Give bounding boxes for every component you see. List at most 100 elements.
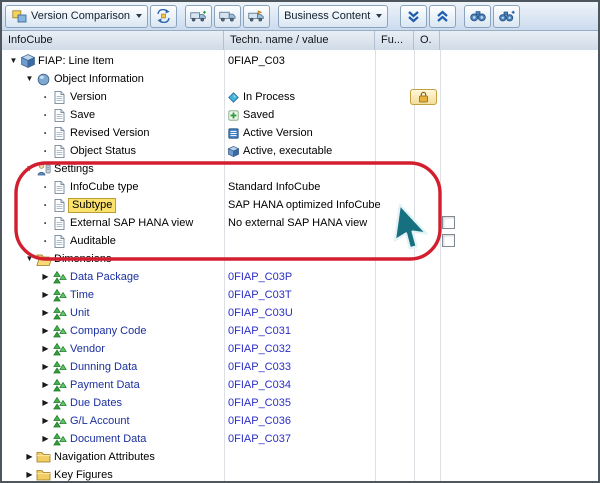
dimension-icon: [51, 307, 68, 320]
row-object-information[interactable]: ▼ Object Information: [2, 70, 598, 88]
row-value: 0FIAP_C03T: [228, 286, 292, 304]
tree-panel: ▼FIAP: Line Item0FIAP_C03▼Object Informa…: [2, 50, 598, 481]
row-settings[interactable]: ▼ Settings: [2, 160, 598, 178]
row-label: Settings: [52, 160, 96, 178]
row-value-text: 0FIAP_C032: [228, 340, 291, 358]
row-dim-gl-account[interactable]: ▶G/L Account0FIAP_C036: [2, 412, 598, 430]
collapsed-node-icon[interactable]: ▶: [40, 412, 51, 430]
object-information-icon: [35, 73, 52, 86]
business-content-button[interactable]: Business Content: [278, 5, 388, 28]
document-icon: [51, 127, 68, 140]
row-save[interactable]: ·SaveSaved: [2, 106, 598, 124]
dimension-icon: [51, 343, 68, 356]
collapsed-node-icon[interactable]: ▶: [40, 394, 51, 412]
collapsed-node-icon[interactable]: ▶: [40, 358, 51, 376]
column-o[interactable]: O.: [414, 31, 440, 50]
row-dim-unit[interactable]: ▶Unit0FIAP_C03U: [2, 304, 598, 322]
folder-closed-icon: [35, 451, 52, 463]
column-header: InfoCube Techn. name / value Fu... O.: [2, 31, 598, 51]
row-value-text: 0FIAP_C03P: [228, 268, 292, 286]
saved-icon: [228, 110, 239, 121]
row-version[interactable]: ·VersionIn Process: [2, 88, 598, 106]
row-dim-document-data[interactable]: ▶Document Data0FIAP_C037: [2, 430, 598, 448]
row-value-text: In Process: [243, 88, 295, 106]
collapsed-node-icon[interactable]: ▶: [40, 268, 51, 286]
row-label: Company Code: [68, 322, 148, 340]
row-checkbox[interactable]: [442, 234, 455, 247]
row-auditable[interactable]: ·Auditable: [2, 232, 598, 250]
row-subtype[interactable]: ·SubtypeSAP HANA optimized InfoCube: [2, 196, 598, 214]
find-next-button[interactable]: [493, 5, 520, 28]
collapsed-node-icon[interactable]: ▶: [40, 376, 51, 394]
transport-add-button[interactable]: [185, 5, 212, 28]
row-value-text: Saved: [243, 106, 274, 124]
version-comparison-button[interactable]: Version Comparison: [5, 5, 148, 28]
row-value: Active, executable: [228, 142, 332, 160]
dropdown-arrow-icon: [376, 14, 382, 18]
collapse-all-button[interactable]: [429, 5, 456, 28]
collapsed-node-icon[interactable]: ▶: [40, 286, 51, 304]
find-button[interactable]: [464, 5, 491, 28]
row-value-text: Standard InfoCube: [228, 178, 320, 196]
expand-all-button[interactable]: [400, 5, 427, 28]
row-value: Standard InfoCube: [228, 178, 320, 196]
expanded-node-icon[interactable]: ▼: [8, 52, 19, 70]
collapsed-node-icon[interactable]: ▶: [40, 304, 51, 322]
row-infocube-type[interactable]: ·InfoCube typeStandard InfoCube: [2, 178, 598, 196]
transport-button[interactable]: [214, 5, 241, 28]
row-dim-due-dates[interactable]: ▶Due Dates0FIAP_C035: [2, 394, 598, 412]
row-value-text: 0FIAP_C034: [228, 376, 291, 394]
collapsed-node-icon[interactable]: ▶: [40, 322, 51, 340]
folder-open-icon: [35, 253, 52, 266]
row-value: 0FIAP_C034: [228, 376, 291, 394]
row-label: Vendor: [68, 340, 107, 358]
row-dimensions[interactable]: ▼ Dimensions: [2, 250, 598, 268]
business-content-label: Business Content: [284, 10, 370, 22]
toolbar: Version Comparison Business Content: [2, 2, 598, 31]
row-dim-company-code[interactable]: ▶Company Code0FIAP_C031: [2, 322, 598, 340]
column-tech-name[interactable]: Techn. name / value: [224, 31, 375, 50]
expanded-node-icon[interactable]: ▼: [24, 70, 35, 88]
leaf-bullet: ·: [40, 178, 51, 196]
document-icon: [51, 109, 68, 122]
row-value: 0FIAP_C03U: [228, 304, 293, 322]
collapsed-node-icon[interactable]: ▶: [24, 448, 35, 466]
collapsed-node-icon[interactable]: ▶: [24, 466, 35, 481]
row-object-status[interactable]: ·Object StatusActive, executable: [2, 142, 598, 160]
expanded-node-icon[interactable]: ▼: [24, 160, 35, 178]
row-value: 0FIAP_C032: [228, 340, 291, 358]
row-label: Object Information: [52, 70, 146, 88]
row-key-figures[interactable]: ▶Key Figures: [2, 466, 598, 481]
cube-status-icon: [228, 146, 239, 157]
column-fu[interactable]: Fu...: [375, 31, 414, 50]
row-external-sap-hana-view[interactable]: ·External SAP HANA viewNo external SAP H…: [2, 214, 598, 232]
expanded-node-icon[interactable]: ▼: [24, 250, 35, 268]
row-checkbox[interactable]: [442, 216, 455, 229]
row-dim-payment-data[interactable]: ▶Payment Data0FIAP_C034: [2, 376, 598, 394]
collapsed-node-icon[interactable]: ▶: [40, 430, 51, 448]
row-value: 0FIAP_C036: [228, 412, 291, 430]
collapsed-node-icon[interactable]: ▶: [40, 340, 51, 358]
row-navigation-attributes[interactable]: ▶Navigation Attributes: [2, 448, 598, 466]
row-revised-version[interactable]: ·Revised VersionActive Version: [2, 124, 598, 142]
row-dim-dunning-data[interactable]: ▶ Dunning Data 0FIAP_C033: [2, 358, 598, 376]
dimension-icon: [51, 415, 68, 428]
row-dim-data-package[interactable]: ▶Data Package0FIAP_C03P: [2, 268, 598, 286]
row-value-text: SAP HANA optimized InfoCube: [228, 196, 381, 214]
sap-infocube-window: Version Comparison Business Content Info…: [0, 0, 600, 483]
row-infocube-root[interactable]: ▼FIAP: Line Item0FIAP_C03: [2, 52, 598, 70]
row-dim-vendor[interactable]: ▶ Vendor 0FIAP_C032: [2, 340, 598, 358]
column-infocube[interactable]: InfoCube: [2, 31, 224, 50]
row-label: Dimensions: [52, 250, 113, 268]
display-change-button[interactable]: [150, 5, 177, 28]
row-value-text: 0FIAP_C036: [228, 412, 291, 430]
row-label: Dunning Data: [68, 358, 139, 376]
row-value: In Process: [228, 88, 295, 106]
transport-forward-button[interactable]: [243, 5, 270, 28]
row-value: 0FIAP_C033: [228, 358, 291, 376]
row-dim-time[interactable]: ▶ Time 0FIAP_C03T: [2, 286, 598, 304]
display-change-icon: [155, 9, 172, 23]
row-label: Time: [68, 286, 96, 304]
change-lock-button[interactable]: [410, 89, 437, 105]
active-version-icon: [228, 128, 239, 139]
